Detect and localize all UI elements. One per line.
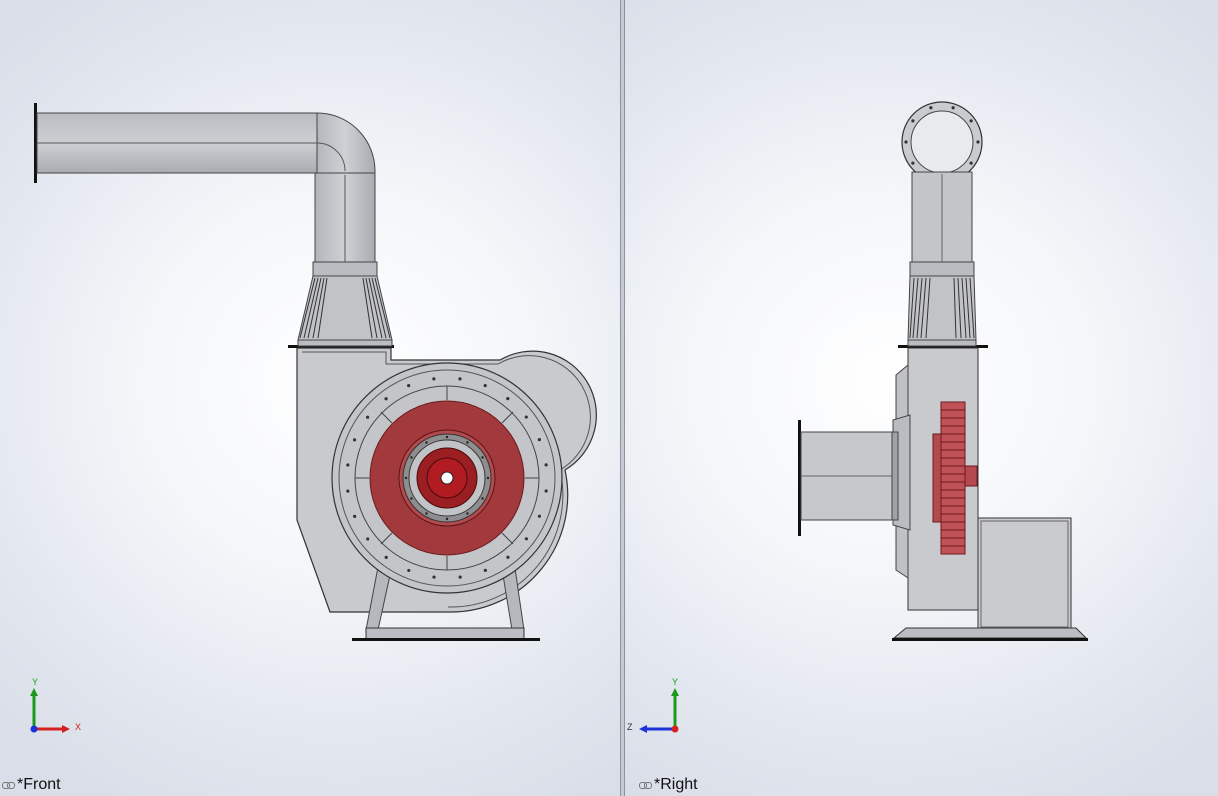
right-view-label[interactable]: *Right [639,776,698,794]
triad-z-label: Z [627,722,633,732]
link-icon [2,781,15,789]
right-viewport[interactable]: Y Z *Right [625,0,1218,796]
link-icon [639,781,652,789]
front-view-name: *Front [17,776,61,793]
coordinate-triad-icon: Y Z [627,677,679,733]
triad-y-label: Y [672,677,678,687]
fan-right-view-model[interactable] [625,0,1218,796]
coordinate-triad-icon: Y X [30,677,81,733]
fan-front-view-model[interactable] [0,0,620,796]
front-view-label[interactable]: *Front [2,776,61,794]
front-viewport[interactable]: Y X *Front [0,0,620,796]
right-view-name: *Right [654,776,698,793]
triad-x-label: X [75,722,81,732]
triad-y-label: Y [32,677,38,687]
